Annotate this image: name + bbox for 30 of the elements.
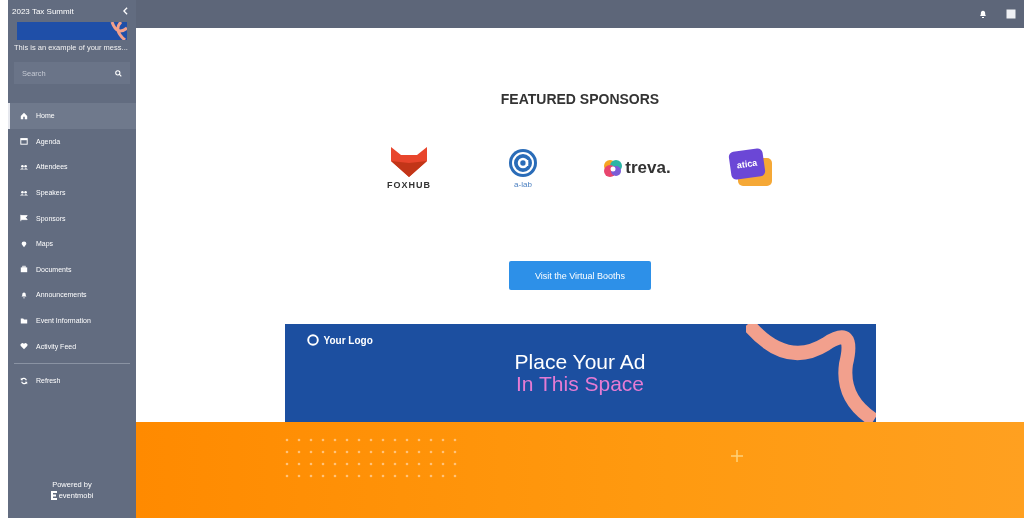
refresh-icon [20, 376, 28, 385]
sponsor-logo[interactable]: treva. [600, 158, 674, 178]
people-icon [20, 163, 28, 171]
event-title: 2023 Tax Summit [12, 6, 74, 16]
ad-headline: Place Your Ad [514, 350, 646, 373]
sponsor-logo[interactable]: atica [714, 148, 788, 188]
flag-icon [20, 214, 28, 223]
search-icon [115, 69, 122, 77]
plus-icon [731, 450, 743, 462]
section-heading: FEATURED SPONSORS [500, 91, 660, 107]
logo-placeholder-text: Your Logo [323, 334, 373, 346]
briefcase-icon [20, 265, 28, 274]
sponsor-logo[interactable]: a-lab [486, 147, 560, 189]
pin-icon [20, 239, 28, 248]
ring-icon [306, 334, 319, 346]
bell-icon [20, 290, 28, 299]
fox-icon [391, 146, 427, 177]
brand-logo-icon [50, 491, 57, 500]
sponsor-logo[interactable]: FOXHUB [372, 146, 446, 190]
collapse-icon[interactable] [123, 7, 128, 15]
colorful-blob-icon [603, 158, 624, 178]
calendar-icon [20, 137, 28, 146]
bell-icon[interactable] [978, 9, 988, 19]
user-icon[interactable] [1006, 9, 1016, 19]
folder-icon [20, 316, 28, 325]
virtual-booths-button[interactable]: Visit the Virtual Booths [509, 261, 651, 290]
people-icon [20, 188, 28, 197]
heart-icon [20, 342, 28, 351]
home-icon [20, 111, 28, 120]
ad-subheadline: In This Space [516, 373, 644, 396]
